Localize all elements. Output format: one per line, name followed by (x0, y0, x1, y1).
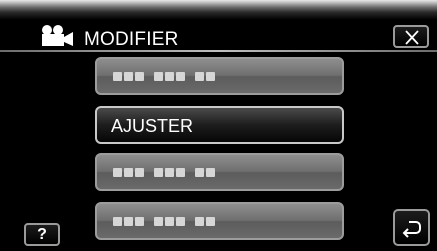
menu-item-ajuster[interactable]: AJUSTER (95, 106, 344, 144)
return-arrow-icon (402, 221, 421, 238)
help-button[interactable]: ? (24, 223, 60, 246)
title-divider (0, 50, 437, 52)
close-icon (405, 30, 419, 45)
modifier-screen: MODIFIER AJUSTER ? (0, 0, 437, 251)
menu-item-placeholder-3[interactable] (95, 202, 344, 240)
close-button[interactable] (393, 25, 429, 48)
menu-item-label: AJUSTER (111, 116, 194, 136)
back-button[interactable] (393, 209, 430, 246)
menu-item-placeholder-2[interactable] (95, 153, 344, 191)
page-title: MODIFIER (84, 29, 179, 50)
video-camera-icon (38, 24, 74, 46)
placeholder-dots (113, 168, 215, 177)
placeholder-dots (113, 72, 215, 81)
menu-item-placeholder-1[interactable] (95, 57, 344, 95)
placeholder-dots (113, 217, 215, 226)
